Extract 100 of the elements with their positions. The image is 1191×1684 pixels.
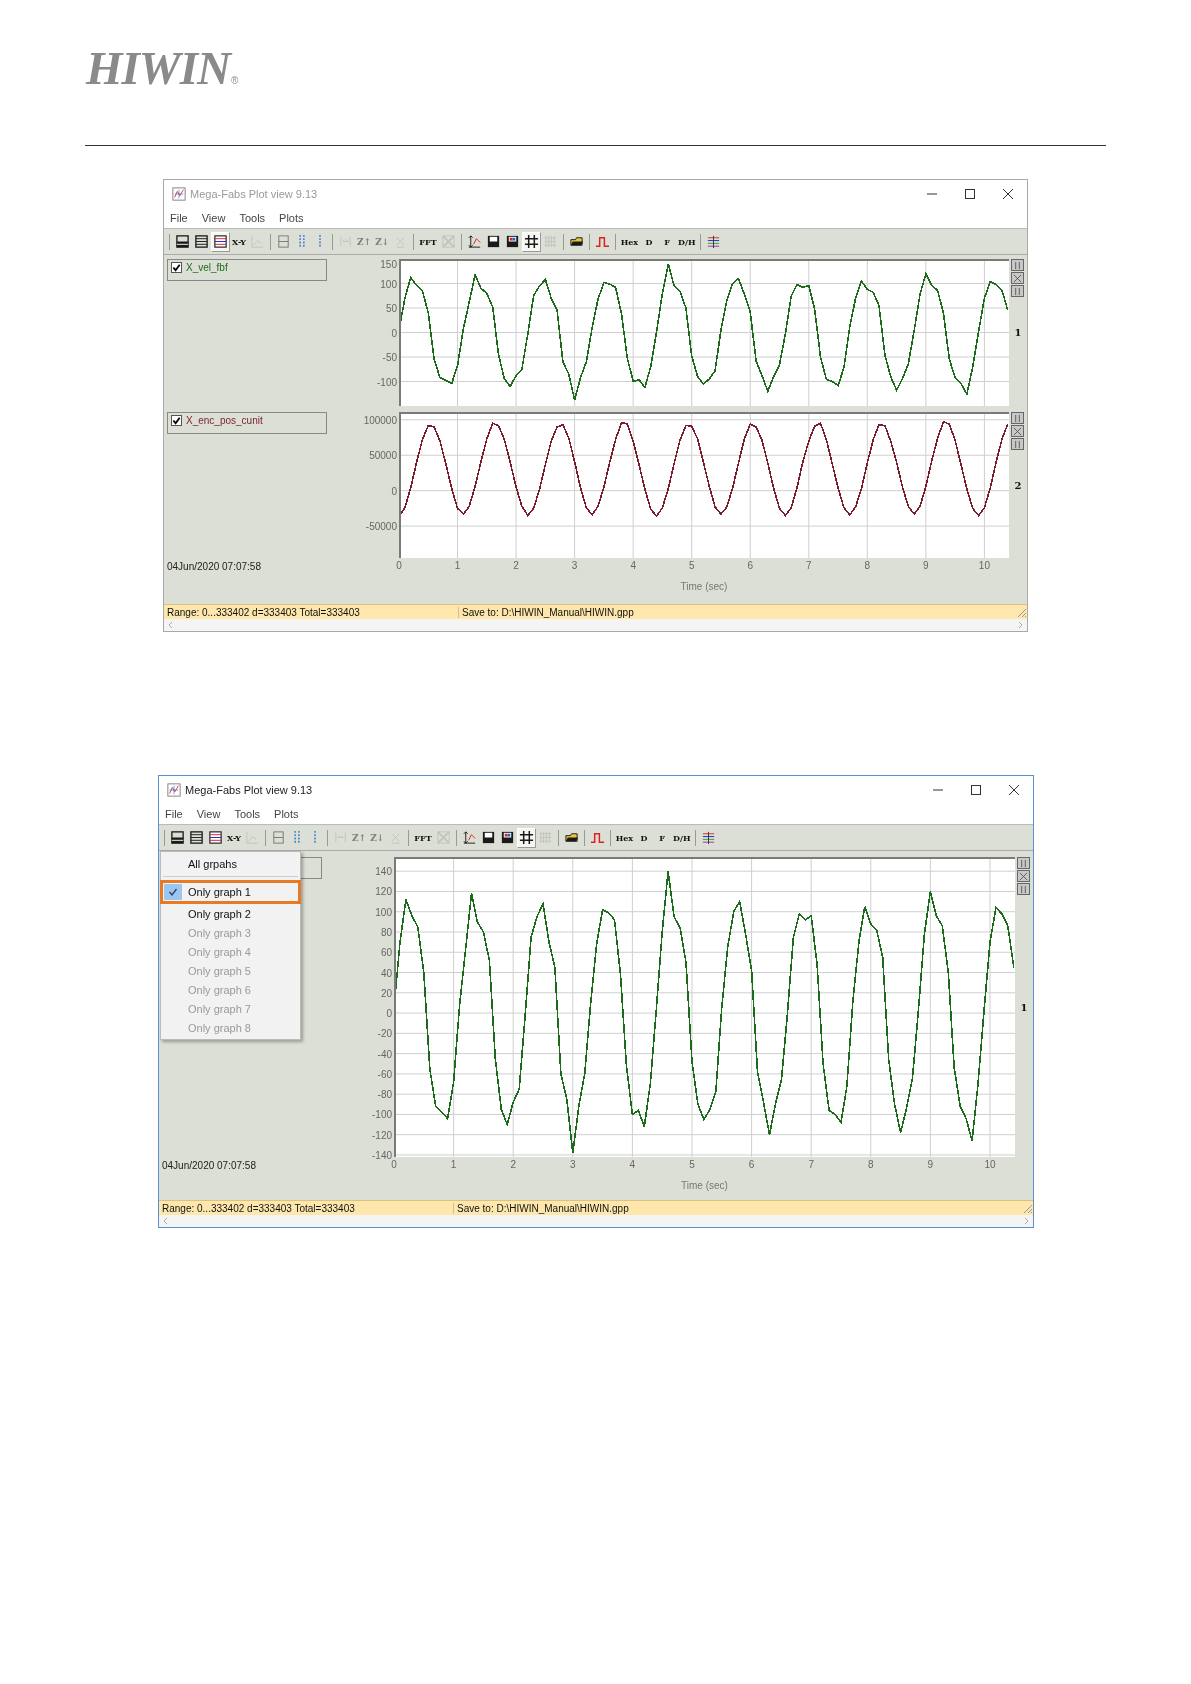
toolbar-button[interactable]: Hex xyxy=(613,827,636,848)
menu-item[interactable]: Plots xyxy=(279,212,304,224)
y-axis-label: 120 xyxy=(375,886,392,898)
axis-title: Time (sec) xyxy=(680,581,728,592)
status-range: Range: 0...333402 d=333403 Total=333403 xyxy=(159,1202,454,1214)
menu-item[interactable]: View xyxy=(201,212,226,224)
menu-item[interactable]: View xyxy=(196,808,221,820)
pane-button[interactable] xyxy=(1011,425,1024,437)
y-axis-label: 150 xyxy=(380,259,397,270)
x-icon xyxy=(1013,273,1022,283)
pane-button[interactable] xyxy=(1011,272,1024,284)
x-axis-label: 0 xyxy=(396,560,402,571)
cross-box-icon xyxy=(435,830,451,845)
menu-option[interactable]: Only graph 2 xyxy=(160,904,301,923)
y-axis-label: -100 xyxy=(372,1109,392,1121)
scale-icon xyxy=(461,830,477,845)
pane-button[interactable] xyxy=(1017,883,1030,895)
x-axis-label: 10 xyxy=(978,560,990,571)
x-axis-label: 5 xyxy=(689,1159,695,1170)
x-axis-label: 2 xyxy=(510,1159,516,1170)
y-axis-label: 20 xyxy=(380,987,392,999)
menu-item[interactable]: Tools xyxy=(234,808,261,820)
menu-item[interactable]: File xyxy=(165,808,183,820)
toolbar-button[interactable]: D xyxy=(640,231,659,252)
toolbar-button[interactable]: X-Y xyxy=(230,231,249,252)
toolbar-button[interactable] xyxy=(211,231,230,252)
folder-icon xyxy=(568,234,584,249)
toolbar-button[interactable]: F xyxy=(658,231,677,252)
close-icon xyxy=(1009,785,1019,795)
columns-icon xyxy=(1019,884,1028,894)
y-axis-label: 100 xyxy=(380,278,397,290)
rows-icon xyxy=(170,830,185,845)
dotted-lines-icon xyxy=(298,234,307,249)
grid-icon xyxy=(523,234,539,249)
columns-icon xyxy=(1013,286,1022,296)
dotted-line-icon xyxy=(318,234,323,249)
chart-icon xyxy=(167,783,181,797)
window-title: Mega-Fabs Plot view 9.13 xyxy=(185,784,313,796)
y-axis-label: 50 xyxy=(385,303,397,314)
y-axis-label: 0 xyxy=(391,485,397,497)
menu-item[interactable]: Tools xyxy=(239,212,266,224)
resize-grip-icon xyxy=(1021,1202,1033,1214)
y-axis-label: -100 xyxy=(377,376,397,388)
floppy-icon xyxy=(485,234,501,249)
chevron-right-icon xyxy=(1022,1217,1030,1225)
toolbar-button[interactable] xyxy=(516,827,536,848)
toolbar-button[interactable]: FFT xyxy=(412,827,434,848)
pulse-icon xyxy=(589,830,605,845)
pane-button[interactable] xyxy=(1011,438,1024,450)
pane-button[interactable] xyxy=(1017,857,1030,869)
floppy-icon xyxy=(504,234,520,249)
graph-number: 1 xyxy=(1014,327,1022,338)
floppy-icon xyxy=(499,830,515,845)
y-axis-label: -140 xyxy=(372,1149,392,1161)
chevron-right-icon xyxy=(1016,621,1024,629)
x-axis-label: 1 xyxy=(450,1159,457,1170)
x-axis-label: 9 xyxy=(923,560,929,571)
y-axis-label: 0 xyxy=(386,1008,392,1020)
pane-button[interactable] xyxy=(1011,412,1024,424)
status-save-path: Save to: D:\HIWIN_Manual\HIWIN.gpp xyxy=(461,606,635,618)
toolbar-button[interactable]: D/H xyxy=(676,231,698,252)
menu-item[interactable]: File xyxy=(170,212,188,224)
toolbar-button[interactable]: X-Y xyxy=(225,827,244,848)
checkbox[interactable] xyxy=(171,262,182,273)
colored-lines-icon xyxy=(706,234,722,249)
toolbar-button[interactable]: FFT xyxy=(417,231,439,252)
dotted-line-icon xyxy=(313,830,318,845)
toolbar-button[interactable]: D/H xyxy=(671,827,693,848)
y-axis-label: 100000 xyxy=(363,414,397,426)
scrollbar[interactable] xyxy=(164,619,1027,631)
checkbox[interactable] xyxy=(171,415,182,426)
y-axis-label: 50000 xyxy=(369,450,397,462)
y-axis-label: -20 xyxy=(377,1028,392,1040)
x-axis-label: 3 xyxy=(570,1159,576,1170)
scrollbar[interactable] xyxy=(159,1215,1033,1227)
bracket-icon xyxy=(333,830,349,845)
pane-button[interactable] xyxy=(1011,285,1024,297)
x-icon xyxy=(1013,426,1022,436)
x-axis-label: 9 xyxy=(927,1159,934,1170)
lines-icon xyxy=(189,830,204,845)
x-axis-label: 4 xyxy=(630,560,636,571)
toolbar-button[interactable]: Hex xyxy=(618,231,641,252)
chart-icon xyxy=(172,187,186,201)
check-icon xyxy=(172,263,181,272)
toolbar-button[interactable] xyxy=(521,231,541,252)
pane-button[interactable] xyxy=(1011,259,1024,271)
toolbar-button[interactable]: D xyxy=(635,827,654,848)
table-icon xyxy=(208,830,223,845)
y-axis-label: -40 xyxy=(377,1048,392,1060)
x-axis-label: 6 xyxy=(747,560,754,571)
x-axis-label: 1 xyxy=(454,560,461,571)
folder-icon xyxy=(563,830,579,845)
menu-item[interactable]: Plots xyxy=(274,808,299,820)
lines-icon xyxy=(194,234,209,249)
y-axis-label: 140 xyxy=(375,866,392,878)
pane-button[interactable] xyxy=(1017,870,1030,882)
menu-option[interactable]: All grpahs xyxy=(160,854,301,873)
menu-option[interactable]: Only graph 1 xyxy=(160,880,301,904)
toolbar-button[interactable]: F xyxy=(653,827,672,848)
trace-name: X_vel_fbf xyxy=(186,262,228,273)
